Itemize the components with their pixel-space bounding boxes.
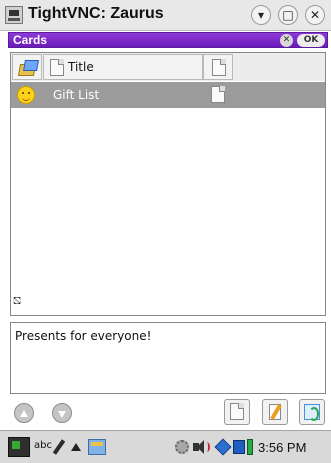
row-title: Gift List bbox=[53, 88, 100, 102]
edit-pencil-icon bbox=[269, 404, 282, 420]
column-title-label: Title bbox=[68, 60, 94, 74]
note-icon bbox=[211, 86, 225, 103]
sd-card-icon[interactable] bbox=[233, 439, 245, 455]
maximize-icon[interactable]: □ bbox=[278, 5, 298, 25]
edit-button[interactable] bbox=[262, 399, 288, 425]
app-title: Cards bbox=[13, 33, 48, 47]
ok-button[interactable]: OK bbox=[297, 34, 325, 47]
handwriting-pen-icon[interactable] bbox=[52, 439, 66, 455]
sync-button[interactable] bbox=[299, 399, 325, 425]
down-arrow-icon[interactable] bbox=[52, 403, 72, 423]
battery-icon[interactable] bbox=[247, 439, 253, 455]
table-row[interactable]: Gift List bbox=[11, 82, 325, 108]
column-category[interactable] bbox=[12, 54, 42, 80]
taskbar: abc 3:56 PM bbox=[0, 430, 331, 463]
running-app-icon[interactable] bbox=[88, 439, 106, 455]
network-icon[interactable] bbox=[214, 438, 232, 456]
document-icon bbox=[50, 59, 64, 76]
column-title[interactable]: Title bbox=[43, 54, 203, 80]
category-books-icon bbox=[19, 60, 37, 76]
vnc-app-icon bbox=[5, 6, 23, 24]
resize-hint-icon: ⛞ bbox=[13, 296, 22, 307]
note-text: Presents for everyone! bbox=[15, 329, 152, 343]
new-document-icon bbox=[230, 403, 244, 420]
start-menu-icon[interactable] bbox=[8, 437, 30, 457]
vnc-window-title: TightVNC: Zaurus bbox=[28, 5, 164, 22]
note-textarea[interactable]: Presents for everyone! bbox=[10, 322, 326, 394]
new-document-button[interactable] bbox=[224, 399, 250, 425]
note-icon bbox=[212, 59, 226, 76]
menu-down-icon[interactable]: ▾ bbox=[251, 5, 271, 25]
up-arrow-icon[interactable] bbox=[14, 403, 34, 423]
smiley-icon bbox=[17, 86, 35, 104]
cards-list[interactable]: Title Gift List ⛞ bbox=[10, 52, 326, 316]
sync-icon bbox=[304, 404, 320, 421]
window-controls: ▾ □ ✕ bbox=[251, 5, 327, 25]
gear-icon[interactable] bbox=[174, 439, 190, 455]
vnc-title-bar: TightVNC: Zaurus ▾ □ ✕ bbox=[0, 0, 331, 31]
input-menu-icon[interactable] bbox=[71, 443, 81, 451]
app-close-button[interactable]: ✕ bbox=[280, 34, 293, 47]
clock[interactable]: 3:56 PM bbox=[258, 440, 306, 455]
close-icon[interactable]: ✕ bbox=[305, 5, 325, 25]
volume-icon[interactable] bbox=[192, 439, 210, 455]
input-method-label[interactable]: abc bbox=[34, 440, 52, 451]
column-note[interactable] bbox=[203, 54, 233, 80]
list-header: Title bbox=[11, 53, 325, 81]
app-caption-bar: Cards ✕ OK bbox=[8, 32, 328, 48]
